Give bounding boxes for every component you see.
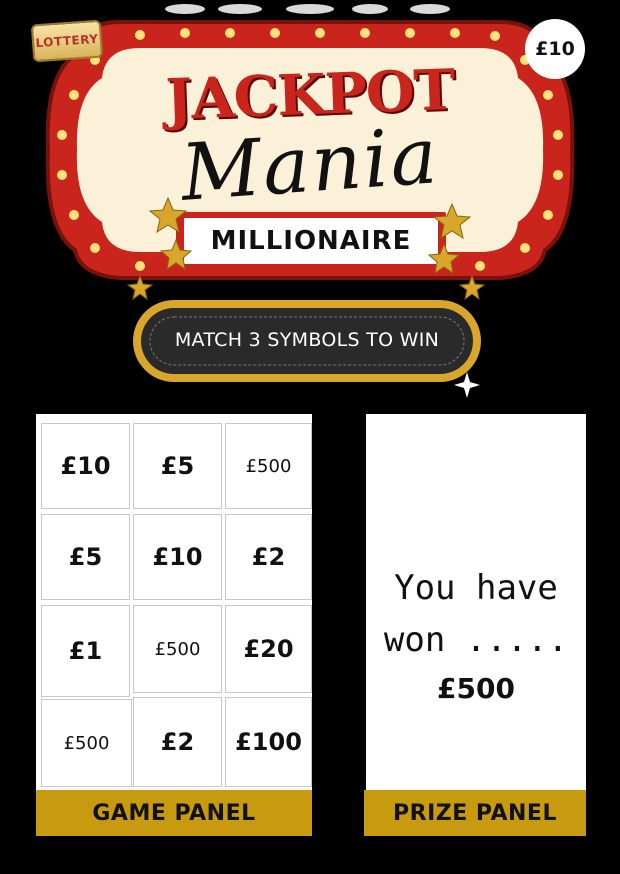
spotlight-glare-icon bbox=[165, 4, 205, 14]
prize-message-line1: You have bbox=[394, 568, 558, 608]
prize-panel-label: PRIZE PANEL bbox=[364, 790, 586, 836]
game-panel: £10 £5 £500 £5 £10 £2 £1 £500 £20 £500 £… bbox=[36, 414, 312, 790]
prize-panel: You have won ..... £500 bbox=[366, 414, 586, 790]
spotlight-glare-icon bbox=[218, 4, 262, 14]
game-cell[interactable]: £10 bbox=[41, 423, 130, 509]
spotlight-glare-icon bbox=[410, 4, 450, 14]
game-panel-label: GAME PANEL bbox=[36, 790, 312, 836]
prize-message-line2: won ..... bbox=[383, 620, 569, 660]
game-cell[interactable]: £2 bbox=[225, 514, 312, 600]
game-cell[interactable]: £100 bbox=[225, 697, 312, 787]
game-cell[interactable]: £500 bbox=[225, 423, 312, 509]
game-cell[interactable]: £500 bbox=[133, 605, 222, 693]
game-cell[interactable]: £500 bbox=[41, 699, 132, 787]
spotlight-glare-icon bbox=[286, 4, 334, 14]
spotlight-glare-icon bbox=[352, 4, 388, 14]
instruction-text: MATCH 3 SYMBOLS TO WIN bbox=[174, 329, 440, 351]
prize-message: You have won ..... bbox=[366, 562, 586, 666]
game-cell[interactable]: £5 bbox=[41, 514, 130, 600]
game-cell[interactable]: £2 bbox=[133, 697, 222, 787]
game-cell[interactable]: £1 bbox=[41, 605, 130, 697]
price-badge: £10 bbox=[525, 19, 585, 79]
subtitle-millionaire: MILLIONAIRE bbox=[210, 226, 412, 256]
game-cell[interactable]: £20 bbox=[225, 605, 312, 693]
prize-amount: £500 bbox=[437, 672, 515, 705]
game-cell[interactable]: £5 bbox=[133, 423, 222, 509]
lottery-badge: LOTTERY bbox=[30, 19, 104, 63]
game-cell[interactable]: £10 bbox=[133, 514, 222, 600]
